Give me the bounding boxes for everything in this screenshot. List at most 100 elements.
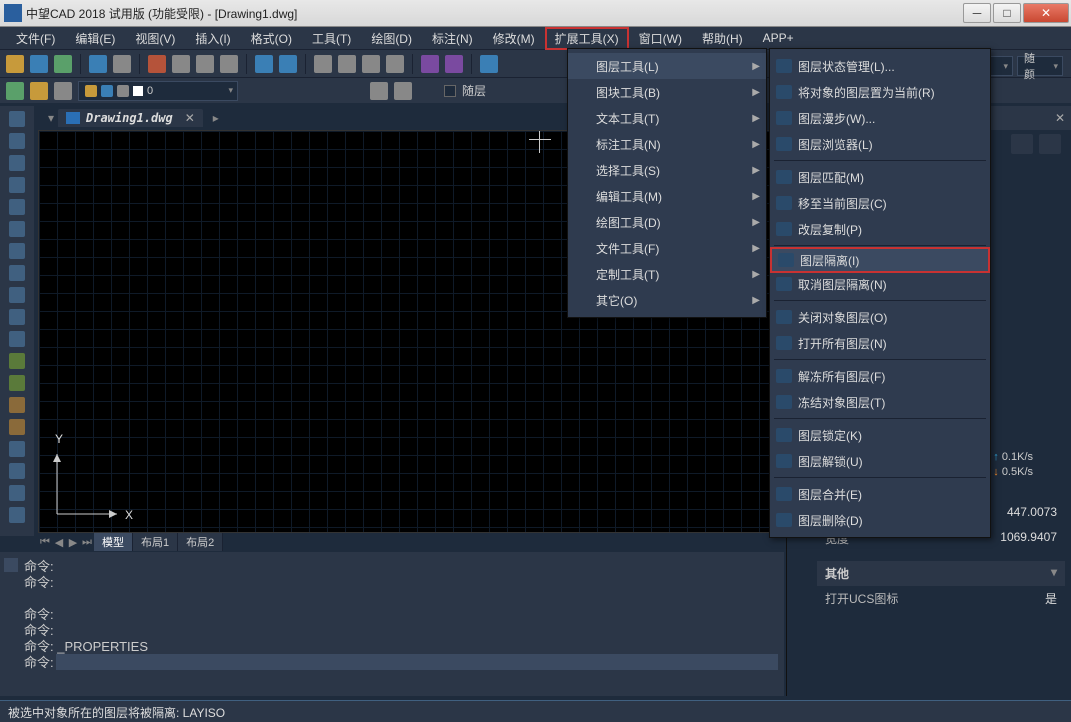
menu-extend-tools[interactable]: 扩展工具(X)	[545, 27, 629, 50]
menu-insert[interactable]: 插入(I)	[185, 27, 240, 50]
layer-submenu-item[interactable]: 取消图层隔离(N)	[770, 271, 990, 297]
ellipse2-tool-icon[interactable]	[9, 309, 25, 325]
menu-help[interactable]: 帮助(H)	[692, 27, 753, 50]
layer-combo[interactable]: 0	[78, 81, 238, 101]
submenu-item[interactable]: 文本工具(T)▶	[568, 105, 766, 131]
match-icon[interactable]	[220, 55, 238, 73]
help-icon[interactable]	[480, 55, 498, 73]
prop-val[interactable]: 是	[1045, 590, 1057, 607]
zoom-prev-icon[interactable]	[386, 55, 404, 73]
new-doc-tab-icon[interactable]: ▸	[209, 111, 223, 125]
cloud-tool-icon[interactable]	[9, 265, 25, 281]
zoom-window-icon[interactable]	[362, 55, 380, 73]
lineweight-icon[interactable]	[394, 82, 412, 100]
layer-submenu-item[interactable]: 图层解锁(U)	[770, 448, 990, 474]
submenu-item[interactable]: 选择工具(S)▶	[568, 157, 766, 183]
submenu-item[interactable]: 绘图工具(D)▶	[568, 209, 766, 235]
print-icon[interactable]	[89, 55, 107, 73]
layer-submenu-item[interactable]: 图层匹配(M)	[770, 164, 990, 190]
menu-window[interactable]: 窗口(W)	[629, 27, 692, 50]
maximize-button[interactable]: □	[993, 3, 1021, 23]
layer-submenu-item[interactable]: 图层浏览器(L)	[770, 131, 990, 157]
layer-submenu-item[interactable]: 图层删除(D)	[770, 507, 990, 533]
color-combo[interactable]: 随颜	[1017, 56, 1063, 76]
undo-icon[interactable]	[255, 55, 273, 73]
preview-icon[interactable]	[113, 55, 131, 73]
polygon-tool-icon[interactable]	[9, 177, 25, 193]
layer-submenu-item[interactable]: 图层锁定(K)	[770, 422, 990, 448]
layer-submenu-item[interactable]: 冻结对象图层(T)	[770, 389, 990, 415]
layer-submenu-item[interactable]: 关闭对象图层(O)	[770, 304, 990, 330]
prop-val[interactable]: 447.0073	[1007, 505, 1057, 522]
layer-submenu-item[interactable]: 改层复制(P)	[770, 216, 990, 242]
layer-submenu-item[interactable]: 图层状态管理(L)...	[770, 53, 990, 79]
menu-dim[interactable]: 标注(N)	[422, 27, 483, 50]
pan-icon[interactable]	[314, 55, 332, 73]
layout-tab-1[interactable]: 布局1	[133, 533, 178, 551]
menu-app[interactable]: APP+	[753, 28, 804, 48]
open-icon[interactable]	[30, 55, 48, 73]
layer-sun-icon[interactable]	[30, 82, 48, 100]
command-input[interactable]	[56, 654, 778, 670]
close-button[interactable]: ✕	[1023, 3, 1069, 23]
layer-submenu-item[interactable]: 图层漫步(W)...	[770, 105, 990, 131]
layer-mgr-icon[interactable]	[6, 82, 24, 100]
menu-modify[interactable]: 修改(M)	[483, 27, 545, 50]
block-tool-icon[interactable]	[9, 353, 25, 369]
save-icon[interactable]	[54, 55, 72, 73]
line-tool-icon[interactable]	[9, 111, 25, 127]
panel-icon-4[interactable]	[1039, 134, 1061, 154]
cut-icon[interactable]	[148, 55, 166, 73]
layer-submenu-item[interactable]: 图层隔离(I)	[770, 247, 990, 273]
menu-view[interactable]: 视图(V)	[125, 27, 185, 50]
calc-icon[interactable]	[445, 55, 463, 73]
prop-section-header[interactable]: 其他 ▾	[817, 561, 1065, 586]
doc-tab-prev-icon[interactable]: ▾	[44, 111, 58, 125]
rect-tool-icon[interactable]	[9, 199, 25, 215]
panel-close-icon[interactable]: ✕	[1055, 111, 1065, 125]
ellipse-tool-icon[interactable]	[9, 243, 25, 259]
prop-val[interactable]: 1069.9407	[1000, 530, 1057, 547]
menu-tool[interactable]: 工具(T)	[302, 27, 361, 50]
menu-draw[interactable]: 绘图(D)	[361, 27, 422, 50]
layout-first-icon[interactable]: ⏮	[38, 536, 52, 549]
menu-edit[interactable]: 编辑(E)	[65, 27, 125, 50]
layer-submenu-item[interactable]: 解冻所有图层(F)	[770, 363, 990, 389]
layer-submenu-item[interactable]: 图层合并(E)	[770, 481, 990, 507]
paste-icon[interactable]	[196, 55, 214, 73]
submenu-item[interactable]: 编辑工具(M)▶	[568, 183, 766, 209]
layer-submenu-item[interactable]: 打开所有图层(N)	[770, 330, 990, 356]
point-tool-icon[interactable]	[9, 375, 25, 391]
layout-last-icon[interactable]: ⏭	[80, 536, 94, 549]
zoom-icon[interactable]	[338, 55, 356, 73]
submenu-item[interactable]: 图层工具(L)▶	[568, 53, 766, 79]
mtext-tool-icon[interactable]	[9, 507, 25, 523]
spline-tool-icon[interactable]	[9, 287, 25, 303]
layout-prev-icon[interactable]: ◀	[52, 536, 66, 549]
copy-icon[interactable]	[172, 55, 190, 73]
layout-tab-2[interactable]: 布局2	[178, 533, 223, 551]
menu-file[interactable]: 文件(F)	[6, 27, 65, 50]
redo-icon[interactable]	[279, 55, 297, 73]
ellipse-arc-tool-icon[interactable]	[9, 331, 25, 347]
bylayer-check[interactable]	[444, 85, 456, 97]
menu-format[interactable]: 格式(O)	[241, 27, 302, 50]
submenu-item[interactable]: 定制工具(T)▶	[568, 261, 766, 287]
submenu-item[interactable]: 图块工具(B)▶	[568, 79, 766, 105]
layer-more-icon[interactable]	[54, 82, 72, 100]
props-icon[interactable]	[421, 55, 439, 73]
circle-tool-icon[interactable]	[9, 155, 25, 171]
layer-submenu-item[interactable]: 将对象的图层置为当前(R)	[770, 79, 990, 105]
close-tab-icon[interactable]: ✕	[185, 111, 195, 125]
submenu-item[interactable]: 标注工具(N)▶	[568, 131, 766, 157]
layer-submenu-item[interactable]: 移至当前图层(C)	[770, 190, 990, 216]
hatch-tool-icon[interactable]	[9, 397, 25, 413]
document-tab[interactable]: Drawing1.dwg ✕	[58, 109, 203, 127]
arc-tool-icon[interactable]	[9, 221, 25, 237]
panel-icon-3[interactable]	[1011, 134, 1033, 154]
region-tool-icon[interactable]	[9, 441, 25, 457]
submenu-item[interactable]: 其它(O)▶	[568, 287, 766, 313]
pline-tool-icon[interactable]	[9, 133, 25, 149]
new-icon[interactable]	[6, 55, 24, 73]
layout-next-icon[interactable]: ▶	[66, 536, 80, 549]
